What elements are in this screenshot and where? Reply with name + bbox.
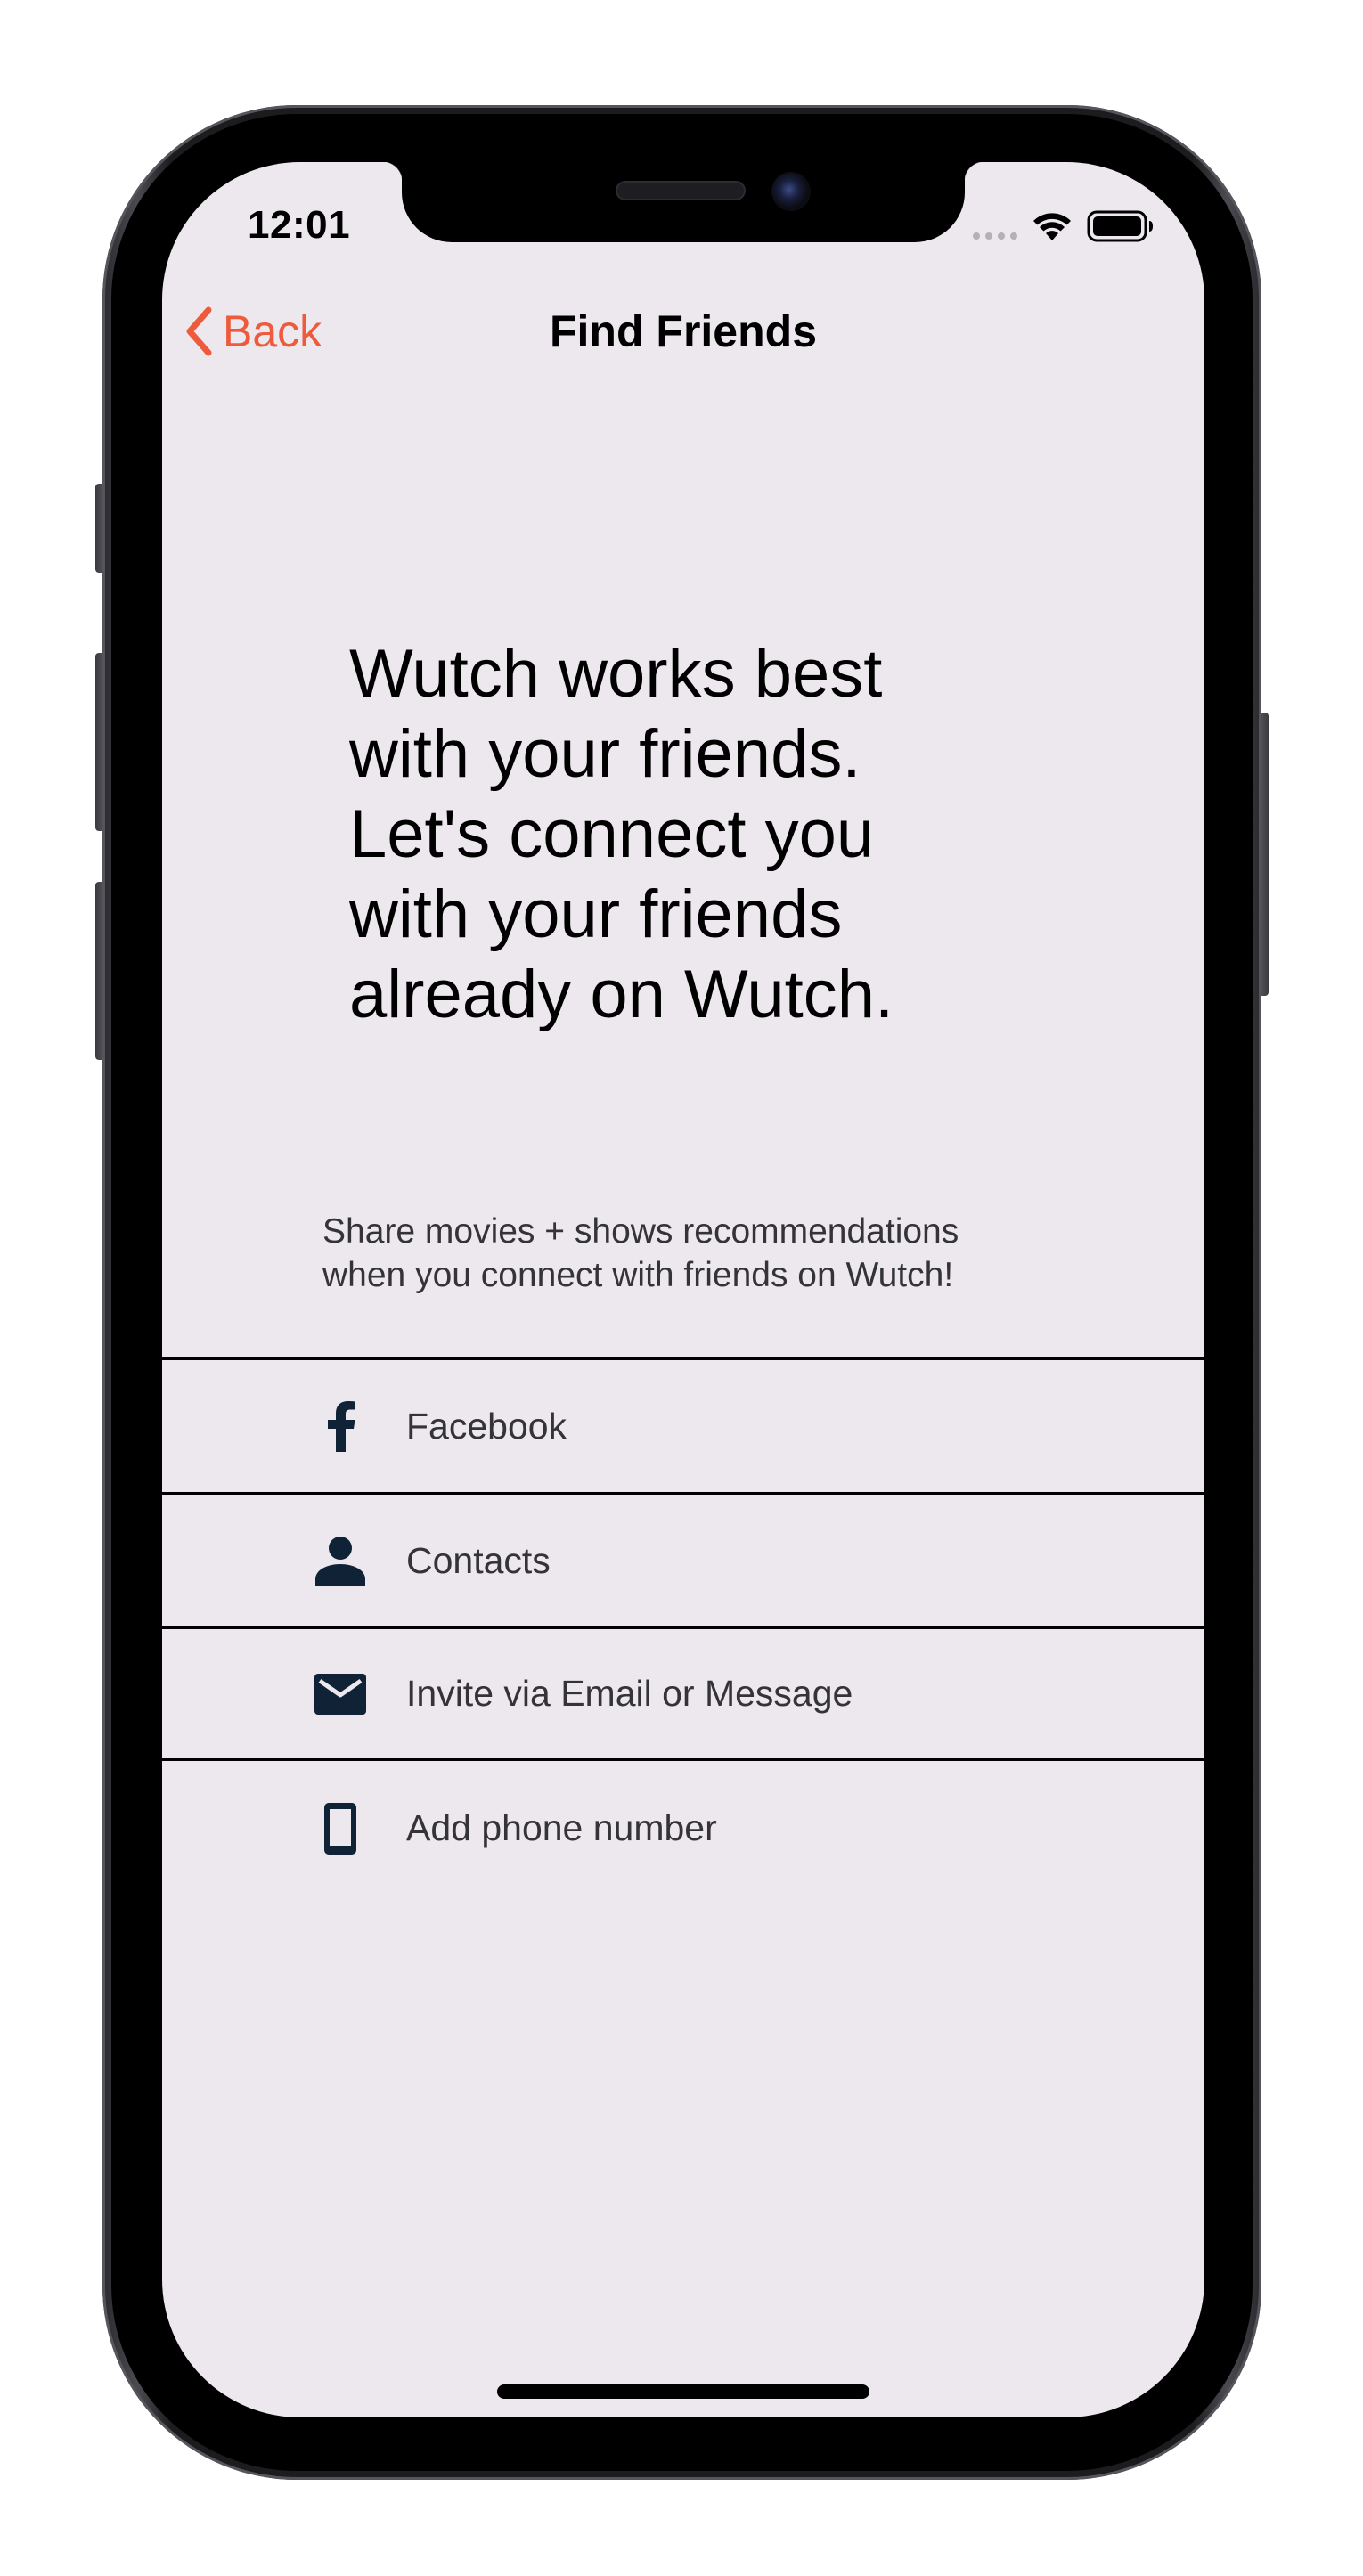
option-invite[interactable]: Invite via Email or Message	[162, 1626, 1204, 1761]
headline-line: Let's connect you	[349, 796, 875, 872]
battery-icon	[1087, 210, 1153, 242]
subtext-line: Share movies + shows recommendations	[322, 1212, 959, 1251]
envelope-icon	[312, 1666, 369, 1723]
chevron-left-icon	[186, 306, 212, 356]
notch	[382, 162, 984, 242]
front-camera	[771, 172, 811, 211]
connect-options-list: Facebook Contacts Invite via Email or Me…	[162, 1357, 1204, 1895]
headline-line: with your friends	[349, 876, 843, 952]
signal-icon	[973, 213, 1017, 240]
phone-icon	[312, 1800, 369, 1857]
headline: Wutch works best with your friends. Let'…	[349, 634, 1026, 1035]
option-facebook[interactable]: Facebook	[162, 1357, 1204, 1492]
home-indicator[interactable]	[497, 2384, 869, 2399]
navigation-bar: Find Friends Back	[162, 291, 1204, 371]
speaker-grille	[616, 181, 746, 200]
app-screen: 12:01 Find Friends Back Wutch works best…	[162, 162, 1204, 2417]
facebook-icon	[312, 1398, 369, 1455]
status-icons	[973, 208, 1155, 244]
option-label: Add phone number	[406, 1807, 717, 1848]
headline-line: already on Wutch.	[349, 957, 894, 1032]
headline-line: Wutch works best	[349, 636, 883, 712]
subtext-line: when you connect with friends on Wutch!	[322, 1256, 954, 1294]
person-icon	[312, 1532, 369, 1589]
status-time: 12:01	[248, 203, 351, 247]
wifi-icon	[1033, 213, 1071, 240]
subtext: Share movies + shows recommendations whe…	[322, 1210, 1089, 1297]
headline-line: with your friends.	[349, 716, 861, 792]
option-label: Contacts	[406, 1539, 551, 1581]
back-button[interactable]: Back	[184, 291, 322, 371]
back-label: Back	[223, 306, 322, 356]
option-label: Invite via Email or Message	[406, 1673, 853, 1714]
option-add-phone[interactable]: Add phone number	[162, 1761, 1204, 1895]
option-label: Facebook	[406, 1405, 567, 1447]
option-contacts[interactable]: Contacts	[162, 1492, 1204, 1626]
